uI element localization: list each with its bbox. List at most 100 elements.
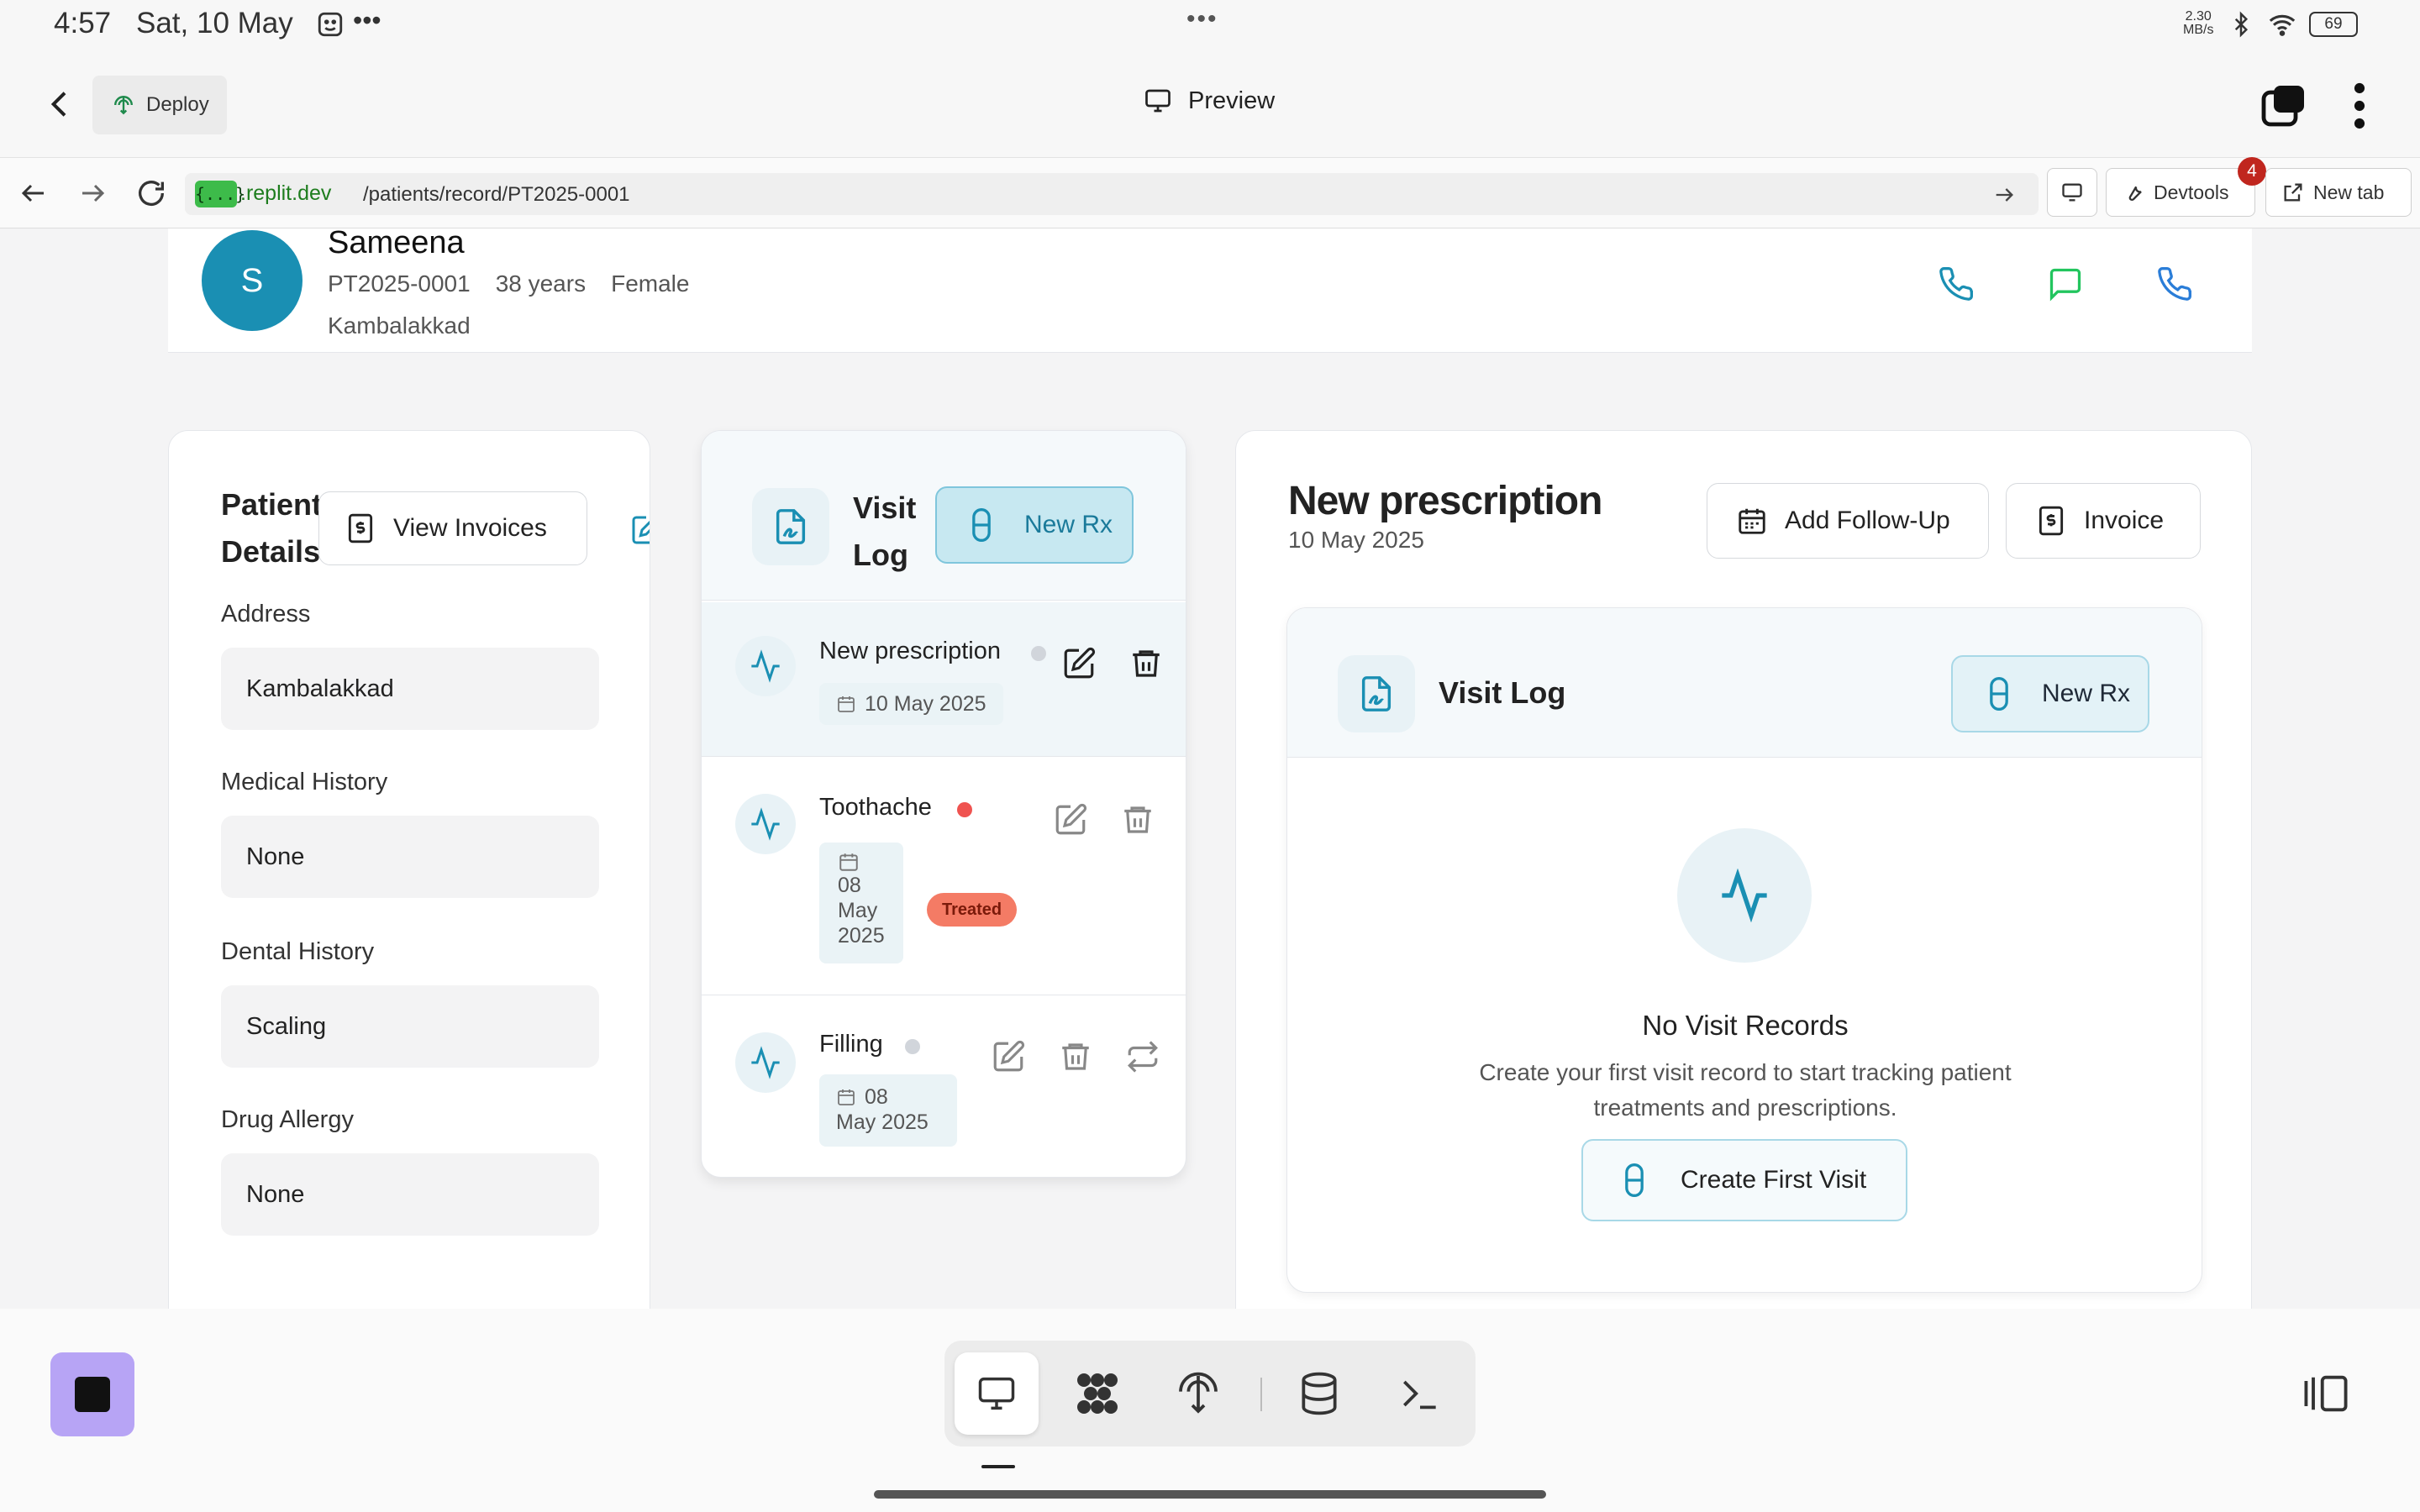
database-icon [1302,1372,1337,1415]
database-tool-button[interactable] [1277,1352,1361,1435]
multitask-dots-icon[interactable]: ••• [1186,5,1218,34]
browser-forward-icon[interactable] [76,178,109,208]
prescription-title: New prescription [1288,479,1602,523]
preview-tab[interactable]: Preview [1141,86,1275,116]
browser-back-icon[interactable] [17,178,50,208]
avatar: S [202,230,302,331]
deploy-tool-button[interactable] [1156,1352,1240,1435]
more-notifications-icon: ••• [353,5,381,35]
deploy-icon [1179,1372,1218,1414]
visit-date-chip: 10 May 2025 [819,683,1003,725]
prescription-card: New prescription 10 May 2025 Add Follow-… [1235,430,2252,1309]
stop-app-button[interactable] [50,1352,134,1436]
receipt-icon [345,512,376,544]
calendar-icon [838,1089,855,1105]
list-item[interactable]: Toothache 08 May 2025 Treated [702,759,1186,995]
calendar-icon [839,853,858,871]
webview-tool-button[interactable] [955,1352,1039,1435]
split-view-icon[interactable] [2301,1371,2351,1416]
patient-age: 38 years [495,270,587,297]
edit-icon[interactable] [1053,802,1088,837]
kebab-menu-icon[interactable] [2349,82,2370,129]
notification-face-icon [316,10,345,39]
patient-header-card: S Sameena PT2025-0001 38 years Female Ka… [168,228,2252,353]
new-rx-button[interactable]: New Rx [935,486,1134,564]
home-indicator[interactable] [874,1490,1546,1499]
visit-date-chip: 08 May 2025 [819,1074,957,1147]
shell-tool-button[interactable] [1378,1352,1462,1435]
edit-icon[interactable] [991,1039,1026,1074]
drug-allergy-label: Drug Allergy [221,1106,354,1133]
file-signature-icon [752,488,829,565]
trash-icon[interactable] [1058,1039,1093,1074]
add-follow-up-button[interactable]: Add Follow-Up [1707,483,1989,559]
activity-icon [735,794,796,854]
invoice-button[interactable]: Invoice [2006,483,2201,559]
create-first-visit-button[interactable]: Create First Visit [1581,1139,1907,1221]
browser-toolbar: {...} .replit.dev /patients/record/PT202… [0,157,2420,228]
activity-icon [735,636,796,696]
patient-gender: Female [611,270,690,297]
receipt-icon [2035,505,2067,537]
back-arrow-icon[interactable] [44,86,77,123]
url-domain: .replit.dev [240,181,332,205]
bluetooth-icon [2228,10,2254,39]
phone-icon[interactable] [1938,265,1975,302]
external-link-icon [2281,181,2305,204]
status-dot [905,1039,920,1054]
network-speed: 2.30 MB/s [2183,9,2214,37]
list-item[interactable]: Filling 08 May 2025 [702,997,1186,1177]
activity-icon [735,1032,796,1093]
visit-title: New prescription [819,638,1001,664]
status-dot [957,802,972,817]
app-header: Deploy Preview [0,52,2420,158]
create-first-visit-label: Create First Visit [1681,1166,1867,1194]
inner-new-rx-button[interactable]: New Rx [1951,655,2149,732]
trash-icon[interactable] [1128,646,1164,681]
empty-state-title: No Visit Records [1642,1010,1849,1041]
medical-history-field: None [221,816,599,898]
page-content: S Sameena PT2025-0001 38 years Female Ka… [0,228,2420,1309]
overview-icon[interactable] [2260,84,2307,128]
calendar-icon [1736,505,1768,537]
dental-history-field: Scaling [221,985,599,1068]
status-date: Sat, 10 May [136,7,293,39]
visit-title: Toothache [819,794,932,821]
pill-icon [1622,1162,1647,1199]
patient-name: Sameena [328,228,465,260]
view-invoices-label: View Invoices [393,514,547,542]
medical-history-label: Medical History [221,769,388,795]
url-bar[interactable]: {...} .replit.dev /patients/record/PT202… [185,173,2039,215]
view-invoices-button[interactable]: View Invoices [318,491,587,565]
add-follow-up-label: Add Follow-Up [1785,507,1950,534]
deploy-button[interactable]: Deploy [92,76,227,134]
status-dot [1031,646,1046,661]
go-arrow-icon[interactable] [1991,183,2017,207]
new-tab-button[interactable]: New tab [2265,168,2412,217]
status-time: 4:57 [54,7,112,39]
devtools-label: Devtools [2154,181,2229,203]
repeat-icon[interactable] [1125,1039,1160,1074]
device-view-button[interactable] [2047,168,2097,217]
agent-tool-button[interactable] [1055,1352,1139,1435]
trash-icon[interactable] [1120,802,1155,837]
devtools-button[interactable]: Devtools 4 [2106,157,2266,217]
list-item[interactable]: New prescription 10 May 2025 [702,602,1186,757]
preview-label: Preview [1188,87,1276,114]
message-icon[interactable] [2047,265,2084,302]
reload-icon[interactable] [134,176,168,210]
monitor-icon [1141,86,1175,116]
edit-icon[interactable] [1061,646,1097,681]
patient-id: PT2025-0001 [328,270,471,297]
visit-title: Filling [819,1031,883,1058]
monitor-icon [978,1377,1015,1410]
inner-visit-log-card: Visit Log New Rx No Visit Records Create… [1286,607,2202,1293]
status-badge: Treated [927,893,1018,927]
devtools-count-badge: 4 [2238,157,2266,186]
phone-icon[interactable] [2156,265,2193,302]
bottom-toolbar [0,1309,2420,1512]
patient-details-card: PatientDetails View Invoices E Address K… [168,430,650,1309]
empty-state-description: Create your first visit record to start … [1479,1059,2012,1121]
file-signature-icon [1338,655,1415,732]
edit-details-button[interactable]: E [629,513,650,547]
